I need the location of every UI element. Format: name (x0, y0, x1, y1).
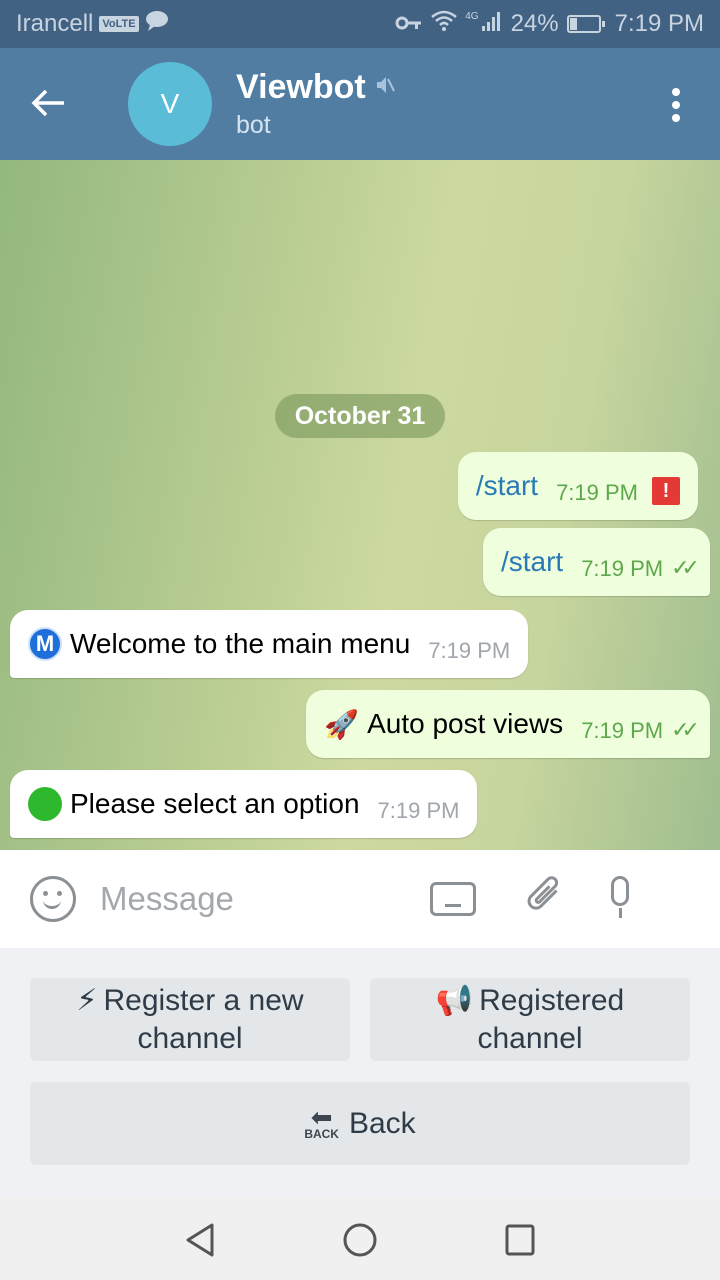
battery-percent: 24% (510, 10, 559, 37)
bot-keyboard-icon[interactable] (430, 882, 476, 916)
attach-icon[interactable] (511, 869, 570, 928)
signal-icon (481, 10, 503, 39)
green-circle-emoji-icon (28, 787, 62, 821)
system-navigation-bar (0, 1196, 720, 1280)
megaphone-emoji-icon: 📢 (435, 983, 474, 1017)
message-composer (0, 850, 720, 948)
battery-icon (566, 15, 605, 33)
more-options-icon[interactable] (672, 88, 680, 122)
volte-icon: VoLTE (99, 16, 139, 32)
bot-reply-keyboard: ⚡ Register a new channel 📢 Registered chan… (0, 948, 720, 1196)
clock: 7:19 PM (614, 10, 704, 37)
message-time: 7:19 PM (377, 798, 460, 823)
message-incoming[interactable]: M Welcome to the main menu 7:19 PM (10, 610, 529, 678)
network-type: 4G (465, 10, 479, 22)
vpn-key-icon (395, 10, 423, 38)
message-time: 7:19 PM (428, 638, 511, 663)
m-circle-emoji-icon: M (28, 627, 62, 661)
chat-subtitle: bot (236, 111, 271, 139)
button-label: Registered channel (477, 983, 625, 1055)
lightning-emoji-icon: ⚡ (76, 983, 98, 1017)
chat-header: V Viewbot bot (0, 48, 720, 160)
message-outgoing[interactable]: /start 7:19 PM ! (457, 452, 698, 520)
back-arrow-icon[interactable] (30, 79, 90, 129)
nav-recent-apps-icon[interactable] (504, 1222, 536, 1263)
registered-channel-button[interactable]: 📢 Registered channel (370, 978, 690, 1061)
message-incoming[interactable]: Please select an option 7:19 PM (10, 770, 478, 838)
button-label: Back (348, 1106, 416, 1140)
message-time: 7:19 PM (581, 718, 664, 743)
message-text[interactable]: /start (476, 470, 538, 502)
message-text[interactable]: /start (501, 546, 563, 578)
muted-icon (374, 74, 396, 102)
avatar[interactable]: V (128, 62, 212, 146)
nav-home-icon[interactable] (342, 1222, 378, 1263)
chat-title-block[interactable]: Viewbot bot (236, 68, 396, 140)
microphone-icon[interactable] (608, 876, 632, 922)
chat-title: Viewbot (236, 68, 366, 106)
read-check-icon: ✓✓ (671, 717, 700, 742)
button-label: Register a new channel (103, 983, 304, 1055)
message-time: 7:19 PM (556, 480, 638, 505)
carrier-name: Irancell (16, 10, 94, 37)
message-outgoing[interactable]: 🚀 Auto post views 7:19 PM ✓✓ (306, 690, 710, 758)
date-separator: October 31 (275, 394, 445, 438)
back-emoji-icon: ⬅ BACK (304, 1101, 339, 1141)
message-text: Welcome to the main menu (70, 628, 411, 659)
send-error-icon[interactable]: ! (652, 477, 680, 505)
chat-area[interactable]: October 31 /start 7:19 PM ! /start 7:19 … (0, 160, 720, 850)
nav-back-icon[interactable] (184, 1222, 216, 1263)
message-outgoing[interactable]: /start 7:19 PM ✓✓ (482, 528, 710, 596)
read-check-icon: ✓✓ (671, 555, 700, 580)
emoji-icon[interactable] (30, 876, 76, 922)
message-text: Auto post views (367, 708, 564, 739)
status-bar: Irancell VoLTE 4G 24% 7:19 PM (0, 0, 720, 48)
message-text: Please select an option (70, 788, 360, 819)
message-notification-icon (145, 10, 169, 39)
wifi-icon (431, 10, 458, 39)
register-new-channel-button[interactable]: ⚡ Register a new channel (30, 978, 350, 1061)
message-time: 7:19 PM (581, 556, 664, 581)
rocket-emoji-icon: 🚀 (324, 708, 360, 740)
message-input[interactable] (100, 880, 420, 918)
back-button[interactable]: ⬅ BACK Back (30, 1082, 690, 1165)
